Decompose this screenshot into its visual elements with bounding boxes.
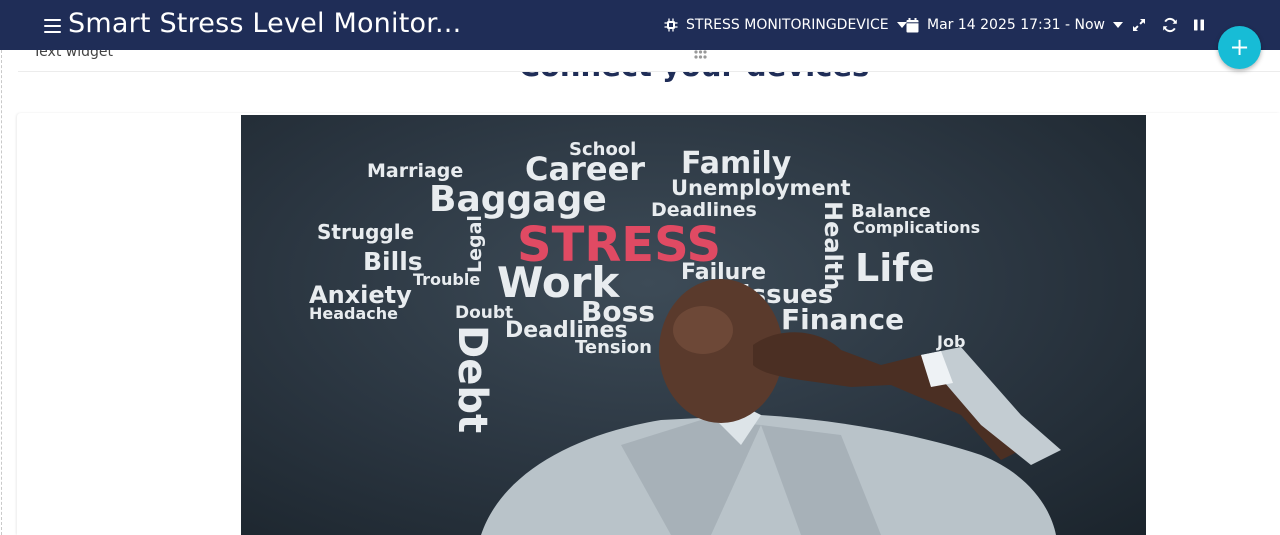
hamburger-menu-icon[interactable] — [44, 19, 61, 33]
add-widget-button[interactable]: + — [1218, 26, 1261, 69]
word-life: Life — [855, 246, 935, 290]
word-complications: Complications — [853, 218, 980, 237]
device-select-label: STRESS MONITORINGDEVICE — [686, 17, 889, 33]
device-chip-icon — [664, 18, 678, 32]
refresh-icon[interactable] — [1162, 17, 1178, 33]
word-finance: Finance — [781, 303, 904, 336]
drag-handle-icon[interactable] — [694, 50, 707, 60]
word-cloud-illustration: School Marriage Career Family Baggage Un… — [309, 139, 1061, 535]
pause-icon[interactable] — [1191, 17, 1207, 33]
timewindow-select[interactable]: Mar 14 2025 17:31 - Now — [906, 14, 1123, 36]
word-headache: Headache — [309, 304, 398, 323]
word-struggle: Struggle — [317, 220, 414, 244]
text-widget[interactable]: Connect your devices Text widget — [18, 50, 1280, 113]
widget-title: Text widget — [33, 50, 113, 60]
word-baggage: Baggage — [429, 179, 607, 220]
stress-word-cloud-image: School Marriage Career Family Baggage Un… — [241, 115, 1146, 535]
fullscreen-icon[interactable] — [1131, 17, 1147, 33]
image-widget: School Marriage Career Family Baggage Un… — [17, 113, 1280, 535]
chevron-down-icon — [1113, 22, 1123, 28]
dashboard-title: Smart Stress Level Monitor... — [68, 8, 462, 39]
timewindow-label: Mar 14 2025 17:31 - Now — [927, 17, 1105, 33]
word-trouble: Trouble — [413, 270, 480, 289]
word-health: Health — [819, 201, 847, 290]
calendar-icon — [906, 17, 919, 32]
entity-alias-select[interactable]: STRESS MONITORINGDEVICE — [664, 14, 907, 36]
word-unemployment: Unemployment — [671, 176, 851, 200]
canvas-guide-line — [1, 50, 2, 535]
top-toolbar: Smart Stress Level Monitor... STRESS MON… — [0, 0, 1280, 50]
word-tension: Tension — [575, 337, 652, 358]
word-legal: Legal — [464, 215, 486, 273]
widget-header: Text widget — [18, 50, 1280, 72]
word-debt: Debt — [449, 325, 495, 433]
